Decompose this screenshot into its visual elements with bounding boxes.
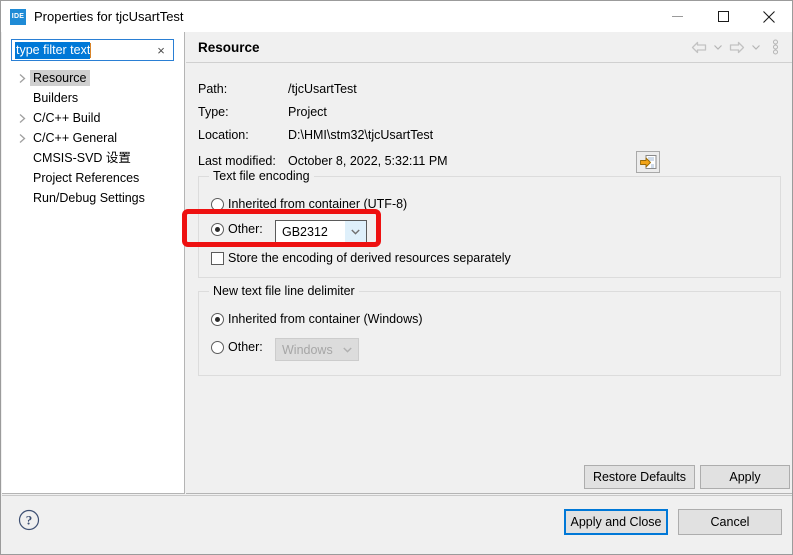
minimize-button[interactable]	[654, 1, 700, 32]
window-title: Properties for tjcUsartTest	[34, 9, 184, 24]
sidebar-item-cpp-build[interactable]: C/C++ Build	[2, 108, 185, 128]
title-bar: IDE Properties for tjcUsartTest	[1, 1, 792, 32]
page-nav-controls	[688, 37, 786, 57]
sidebar-item-label: CMSIS-SVD 设置	[33, 151, 131, 165]
info-value: October 8, 2022, 5:32:11 PM	[288, 154, 448, 168]
sidebar-item-label: Builders	[33, 91, 79, 105]
close-button[interactable]	[746, 1, 792, 32]
radio-icon[interactable]	[211, 197, 224, 211]
properties-dialog: IDE Properties for tjcUsartTest type fil…	[0, 0, 793, 555]
radio-icon[interactable]	[211, 222, 224, 236]
page-title: Resource	[198, 40, 260, 55]
window-controls	[654, 1, 792, 32]
chevron-right-icon[interactable]	[17, 113, 27, 123]
chevron-right-icon[interactable]	[17, 133, 27, 143]
info-label: Location:	[198, 128, 249, 142]
back-arrow-icon[interactable]	[688, 37, 710, 57]
sidebar-item-run-debug-settings[interactable]: Run/Debug Settings	[2, 188, 185, 208]
sidebar-item-project-references[interactable]: Project References	[2, 168, 185, 188]
sidebar-item-label: Run/Debug Settings	[33, 191, 145, 205]
back-history-chevron-down-icon[interactable]	[712, 37, 724, 57]
text-file-encoding-group: Text file encoding Inherited from contai…	[198, 169, 781, 278]
cancel-button[interactable]: Cancel	[678, 509, 782, 535]
restore-defaults-button[interactable]: Restore Defaults	[584, 465, 695, 489]
apply-button[interactable]: Apply	[700, 465, 790, 489]
info-value: /tjcUsartTest	[288, 82, 357, 96]
store-derived-resources-option[interactable]: Store the encoding of derived resources …	[211, 251, 511, 265]
sidebar-item-label: C/C++ Build	[33, 111, 101, 125]
sidebar-item-label: Resource	[30, 70, 90, 86]
encoding-inherited-option[interactable]: Inherited from container (UTF-8)	[211, 197, 407, 211]
forward-arrow-icon[interactable]	[726, 37, 748, 57]
dialog-footer: ? Apply and Close Cancel	[2, 495, 792, 554]
text-cursor	[90, 42, 92, 58]
option-label: Store the encoding of derived resources …	[228, 251, 511, 265]
svg-text:?: ?	[26, 513, 33, 528]
group-legend: Text file encoding	[209, 169, 314, 183]
delimiter-combo: Windows	[275, 338, 359, 361]
option-label: Other:	[228, 340, 263, 354]
option-label: Inherited from container (Windows)	[228, 312, 423, 326]
delimiter-other-option[interactable]: Other:	[211, 340, 263, 354]
sidebar-item-cmsis-svd[interactable]: CMSIS-SVD 设置	[2, 148, 185, 168]
page-header: Resource	[186, 32, 792, 63]
sidebar-item-label: Project References	[33, 171, 140, 185]
info-value: D:\HMI\stm32\tjcUsartTest	[288, 128, 434, 142]
chevron-right-icon[interactable]	[17, 73, 27, 83]
forward-history-chevron-down-icon[interactable]	[750, 37, 762, 57]
sidebar-item-builders[interactable]: Builders	[2, 88, 185, 108]
info-value: Project	[288, 105, 327, 119]
settings-sidebar: type filter text × Resource Builders C/C…	[2, 32, 185, 494]
apply-and-close-button[interactable]: Apply and Close	[564, 509, 668, 535]
filter-input-wrapper[interactable]: type filter text ×	[11, 39, 174, 61]
settings-detail-panel: Resource Path: /tjcUsartTest Type: Proje…	[186, 32, 792, 494]
info-label: Path:	[198, 82, 228, 96]
search-input[interactable]: type filter text	[15, 41, 91, 59]
option-label: Inherited from container (UTF-8)	[228, 197, 408, 211]
encoding-combo-value: GB2312	[282, 224, 328, 239]
sidebar-item-label: C/C++ General	[33, 131, 118, 145]
option-label: Other:	[228, 222, 263, 236]
sidebar-item-resource[interactable]: Resource	[2, 68, 185, 88]
chevron-down-icon[interactable]	[345, 221, 366, 242]
line-delimiter-group: New text file line delimiter Inherited f…	[198, 284, 781, 376]
group-legend: New text file line delimiter	[209, 284, 359, 298]
edit-location-icon	[639, 154, 656, 169]
delimiter-combo-value: Windows	[282, 342, 333, 357]
checkbox-icon[interactable]	[211, 251, 224, 265]
view-menu-icon[interactable]	[764, 37, 786, 57]
encoding-combo[interactable]: GB2312	[275, 220, 367, 243]
encoding-other-option[interactable]: Other:	[211, 222, 263, 236]
info-label: Last modified:	[198, 154, 276, 168]
settings-tree: Resource Builders C/C++ Build C/C++ Gene…	[2, 68, 185, 208]
info-label: Type:	[198, 105, 229, 119]
clear-filter-icon[interactable]: ×	[154, 43, 168, 58]
sidebar-item-cpp-general[interactable]: C/C++ General	[2, 128, 185, 148]
help-icon[interactable]: ?	[18, 509, 40, 531]
chevron-down-icon	[337, 339, 358, 360]
edit-location-button[interactable]	[636, 151, 660, 173]
maximize-button[interactable]	[700, 1, 746, 32]
radio-icon[interactable]	[211, 312, 224, 326]
radio-icon[interactable]	[211, 340, 224, 354]
app-icon: IDE	[10, 8, 26, 25]
delimiter-inherited-option[interactable]: Inherited from container (Windows)	[211, 312, 423, 326]
